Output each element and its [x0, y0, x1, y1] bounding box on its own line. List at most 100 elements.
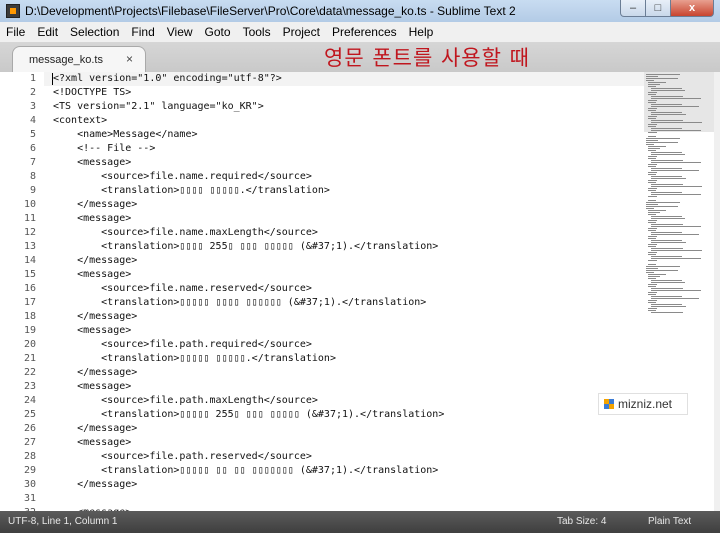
menu-goto[interactable]: Goto	[199, 25, 237, 39]
editor-area[interactable]: 1 2 3 4 5 6 7 8 9 10 11 12 13 14 15 16 17 18 19 20 21 22 23 24 2…	[0, 72, 720, 511]
minimap-line	[650, 218, 685, 219]
line-number: 22	[23, 367, 36, 378]
code-line: <translation>▯▯▯▯▯ ▯▯▯▯ ▯▯▯▯▯▯ (&#37;1).…	[53, 297, 427, 308]
menu-find[interactable]: Find	[125, 25, 160, 39]
window-title: D:\Development\Projects\Filebase\FileSer…	[25, 4, 516, 18]
line-number: 30	[23, 479, 36, 490]
minimap-line	[650, 176, 683, 177]
minimap-line	[648, 148, 661, 149]
minimap-line	[648, 110, 657, 111]
code-line: </message>	[53, 423, 138, 434]
minimap-line	[646, 268, 658, 269]
vertical-scrollbar[interactable]	[714, 72, 720, 511]
line-number: 24	[23, 395, 36, 406]
line-number: 26	[23, 423, 36, 434]
minimap-line	[648, 222, 657, 223]
minimap-line	[648, 156, 658, 157]
minimap-line	[648, 132, 658, 133]
minimap-line	[650, 162, 702, 163]
minimap-line	[650, 312, 684, 313]
sublime-window: D:\Development\Projects\Filebase\FileSer…	[0, 0, 720, 533]
minimap-line	[648, 228, 658, 229]
code-line: <source>file.name.reserved</source>	[53, 283, 312, 294]
minimap-line	[650, 170, 700, 171]
menu-file[interactable]: File	[0, 25, 31, 39]
close-button[interactable]: x	[671, 0, 714, 17]
line-number: 31	[23, 493, 36, 504]
minimap-line	[648, 276, 661, 277]
minimap-line	[650, 296, 683, 297]
minimap-line	[648, 284, 658, 285]
minimap-line	[648, 100, 658, 101]
status-syntax[interactable]: Plain Text	[648, 516, 691, 527]
minimap-line	[650, 224, 684, 225]
minimap-line	[650, 114, 686, 115]
code-line: <message>	[53, 381, 132, 392]
menu-edit[interactable]: Edit	[31, 25, 64, 39]
minimap-line	[650, 250, 703, 251]
minimap-line	[648, 210, 667, 211]
menu-tools[interactable]: Tools	[237, 25, 277, 39]
code-line: </message>	[53, 199, 138, 210]
minimap-line	[648, 308, 658, 309]
maximize-button[interactable]: □	[646, 0, 671, 17]
minimap-line	[650, 192, 683, 193]
menu-preferences[interactable]: Preferences	[326, 25, 403, 39]
line-number: 14	[23, 255, 36, 266]
menu-help[interactable]: Help	[403, 25, 440, 39]
minimap-line	[646, 144, 655, 145]
line-number: 4	[29, 115, 36, 126]
minimap-line	[646, 208, 655, 209]
minimap-line	[650, 128, 683, 129]
line-number: 17	[23, 297, 36, 308]
line-number: 2	[29, 87, 36, 98]
minimap-line	[650, 122, 703, 123]
status-tab-size[interactable]: Tab Size: 4	[557, 516, 606, 527]
minimap-line	[650, 282, 685, 283]
minimap-line	[648, 102, 657, 103]
minimap-line	[650, 240, 683, 241]
minimap-line	[648, 238, 657, 239]
minimap-line	[650, 298, 700, 299]
minimap-line	[648, 196, 658, 197]
minimap[interactable]	[644, 72, 714, 511]
menu-selection[interactable]: Selection	[64, 25, 125, 39]
minimap-line	[648, 214, 657, 215]
code-line: <message>	[53, 437, 132, 448]
minimap-line	[648, 300, 658, 301]
line-number: 5	[29, 129, 36, 140]
code-line: <message>	[53, 269, 132, 280]
minimap-line	[648, 278, 657, 279]
minimap-line	[650, 242, 686, 243]
minimap-line	[650, 120, 684, 121]
minimap-line	[646, 138, 681, 139]
menu-view[interactable]: View	[161, 25, 199, 39]
minimap-line	[648, 174, 657, 175]
code-line: <source>file.path.maxLength</source>	[53, 395, 318, 406]
minimap-line	[648, 136, 657, 137]
minimize-button[interactable]: –	[620, 0, 646, 17]
line-number: 12	[23, 227, 36, 238]
code-line: <source>file.path.required</source>	[53, 339, 312, 350]
minimap-line	[648, 260, 658, 261]
tab-close-icon[interactable]: ×	[126, 52, 133, 66]
menu-project[interactable]: Project	[277, 25, 326, 39]
minimap-line	[650, 288, 684, 289]
title-bar[interactable]: D:\Development\Projects\Filebase\FileSer…	[0, 0, 720, 22]
line-number: 11	[23, 213, 36, 224]
minimap-line	[648, 118, 657, 119]
minimap-line	[648, 146, 667, 147]
code-line: <translation>▯▯▯▯ ▯▯▯▯▯.</translation>	[53, 185, 330, 196]
minimap-line	[648, 126, 657, 127]
line-number: 29	[23, 465, 36, 476]
minimap-line	[650, 98, 702, 99]
minimap-line	[650, 90, 685, 91]
tab-message-ko[interactable]: message_ko.ts ×	[12, 46, 146, 73]
minimap-line	[650, 306, 686, 307]
code-line: <!-- File -->	[53, 143, 156, 154]
line-number: 1	[29, 73, 36, 84]
minimap-line	[650, 280, 683, 281]
code-line: <name>Message</name>	[53, 129, 198, 140]
minimap-line	[650, 106, 700, 107]
code-line: <source>file.name.required</source>	[53, 171, 312, 182]
